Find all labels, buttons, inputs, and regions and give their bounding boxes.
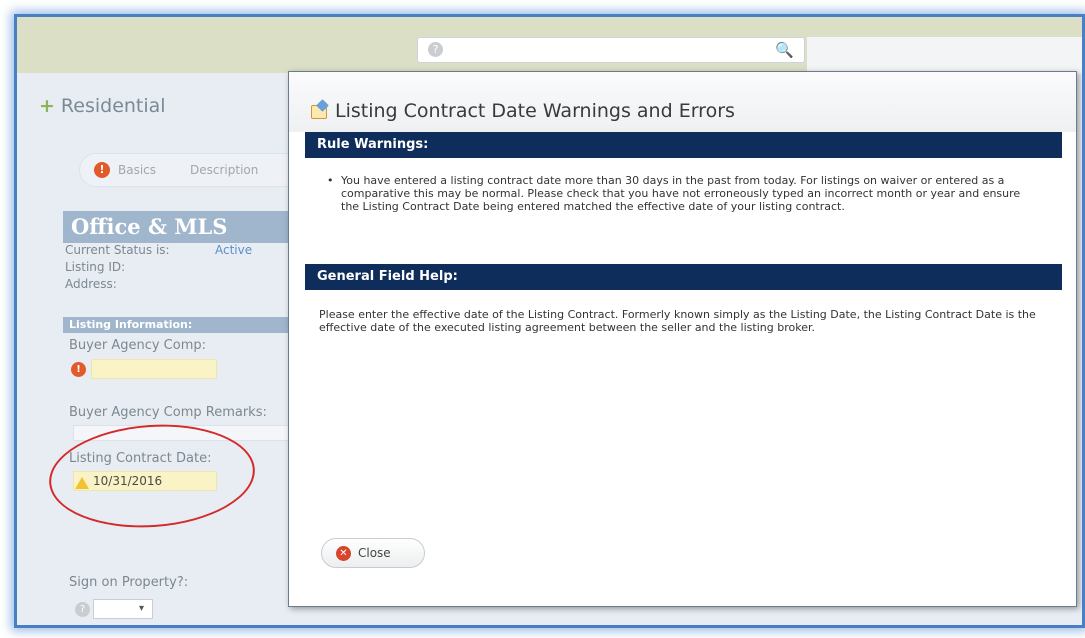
general-help-header: General Field Help: bbox=[305, 264, 1062, 290]
buyer-agency-comp-field[interactable] bbox=[91, 359, 217, 379]
help-icon[interactable]: ? bbox=[428, 42, 443, 57]
tab-basics[interactable]: Basics bbox=[118, 163, 156, 177]
buyer-agency-remarks-label: Buyer Agency Comp Remarks: bbox=[69, 405, 267, 420]
close-icon: ✕ bbox=[336, 546, 351, 561]
plus-icon: + bbox=[39, 95, 55, 117]
section-title: Office & MLS bbox=[71, 214, 228, 239]
address-label: Address: bbox=[65, 277, 117, 291]
close-button[interactable]: ✕ Close bbox=[321, 538, 425, 568]
listing-form: + Residential ! Basics Description Office… bbox=[17, 73, 309, 625]
dialog-header: Listing Contract Date Warnings and Error… bbox=[289, 72, 1076, 132]
error-icon: ! bbox=[71, 362, 86, 377]
search-input[interactable]: ? 🔍 bbox=[417, 37, 805, 63]
form-tabs: ! Basics Description bbox=[79, 153, 309, 187]
general-help-text: Please enter the effective date of the L… bbox=[319, 308, 1036, 334]
error-icon: ! bbox=[94, 162, 110, 178]
form-title: + Residential bbox=[39, 95, 166, 117]
form-edit-icon bbox=[311, 105, 327, 119]
top-right-panel bbox=[807, 37, 1082, 73]
screenshot-frame: ? 🔍 + Residential ! Basics Description Of… bbox=[14, 14, 1085, 628]
rule-warning-item: You have entered a listing contract date… bbox=[327, 174, 1041, 213]
buyer-agency-comp-label: Buyer Agency Comp: bbox=[69, 338, 207, 353]
dialog-title: Listing Contract Date Warnings and Error… bbox=[335, 100, 735, 122]
search-icon[interactable]: 🔍 bbox=[775, 41, 794, 59]
current-status-value: Active bbox=[215, 243, 253, 257]
listing-info-title: Listing Information: bbox=[69, 318, 193, 331]
help-icon[interactable]: ? bbox=[75, 602, 90, 617]
sign-on-property-label: Sign on Property?: bbox=[69, 575, 189, 590]
warnings-dialog: Listing Contract Date Warnings and Error… bbox=[288, 71, 1077, 607]
tab-description[interactable]: Description bbox=[190, 163, 258, 177]
close-button-label: Close bbox=[358, 546, 391, 560]
rule-warnings-header: Rule Warnings: bbox=[305, 132, 1062, 158]
listing-id-label: Listing ID: bbox=[65, 260, 126, 274]
current-status-label: Current Status is: bbox=[65, 243, 170, 257]
top-search-band: ? 🔍 bbox=[17, 17, 1082, 73]
sign-on-property-select[interactable]: ▾ bbox=[93, 599, 153, 619]
